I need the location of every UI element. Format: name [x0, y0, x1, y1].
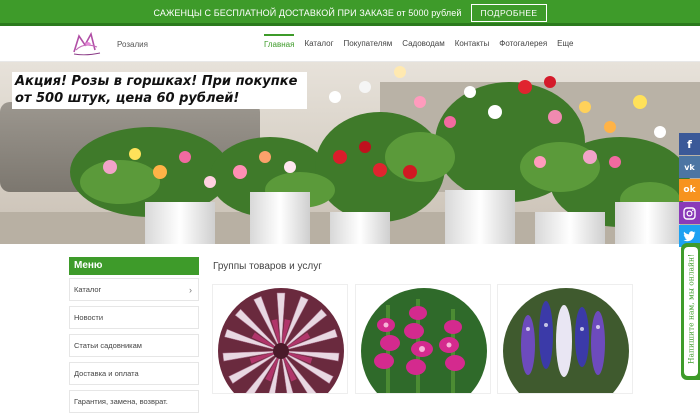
sidebar-item-label: Доставка и оплата	[74, 369, 139, 378]
brand-name[interactable]: Розалия	[117, 40, 148, 49]
nav-item-more[interactable]: Еще	[557, 34, 573, 54]
sidebar-item-label: Каталог	[74, 285, 102, 294]
product-group-card[interactable]	[212, 284, 348, 394]
sidebar-item-news[interactable]: Новости	[69, 306, 199, 329]
chevron-right-icon: ›	[189, 285, 192, 295]
odnoklassniki-icon[interactable]: ok	[679, 179, 700, 201]
sidebar-menu: Меню Каталог › Новости Статьи садовникам…	[69, 257, 199, 413]
promo-caption[interactable]: Акция! Розы в горшках! При покупке от 50…	[12, 72, 307, 109]
facebook-icon[interactable]: f	[679, 133, 700, 155]
social-bar: f vk ok	[679, 133, 700, 248]
sidebar-item-label: Гарантия, замена, возврат.	[74, 397, 168, 406]
sidebar-title: Меню	[69, 257, 199, 275]
vk-icon[interactable]: vk	[679, 156, 700, 178]
promo-bar: САЖЕНЦЫ С БЕСПЛАТНОЙ ДОСТАВКОЙ ПРИ ЗАКАЗ…	[0, 0, 700, 26]
dahlia-image	[218, 288, 344, 393]
more-button[interactable]: ПОДРОБНЕЕ	[471, 4, 547, 22]
nav-item-contacts[interactable]: Контакты	[455, 34, 490, 54]
instagram-icon[interactable]	[679, 202, 700, 224]
hero-banner[interactable]: Акция! Розы в горшках! При покупке от 50…	[0, 62, 700, 244]
nav-item-customers[interactable]: Покупателям	[344, 34, 393, 54]
sidebar-item-catalog[interactable]: Каталог ›	[69, 278, 199, 301]
sidebar-item-delivery[interactable]: Доставка и оплата	[69, 362, 199, 385]
sidebar-item-guarantee[interactable]: Гарантия, замена, возврат.	[69, 390, 199, 413]
nav-item-gallery[interactable]: Фотогалерея	[499, 34, 547, 54]
main-nav: Главная Каталог Покупателям Садоводам Ко…	[264, 34, 583, 54]
nav-item-catalog[interactable]: Каталог	[304, 34, 333, 54]
online-chat-tab[interactable]: Напишите нам, мы онлайн!	[681, 243, 700, 380]
sidebar-item-label: Новости	[74, 313, 104, 322]
product-group-card[interactable]	[355, 284, 491, 394]
site-header: Розалия Главная Каталог Покупателям Садо…	[0, 26, 700, 62]
product-group-card[interactable]	[497, 284, 633, 394]
promo-text: САЖЕНЦЫ С БЕСПЛАТНОЙ ДОСТАВКОЙ ПРИ ЗАКАЗ…	[153, 8, 462, 18]
chat-label: Напишите нам, мы онлайн!	[686, 254, 696, 364]
nav-item-gardeners[interactable]: Садоводам	[402, 34, 444, 54]
delphinium-image	[503, 288, 629, 393]
gladiolus-image	[361, 288, 487, 393]
nav-item-home[interactable]: Главная	[264, 34, 295, 54]
sidebar-item-label: Статьи садовникам	[74, 341, 142, 350]
section-title: Группы товаров и услуг	[213, 261, 322, 272]
logo[interactable]	[70, 30, 104, 58]
sidebar-item-articles[interactable]: Статьи садовникам	[69, 334, 199, 357]
